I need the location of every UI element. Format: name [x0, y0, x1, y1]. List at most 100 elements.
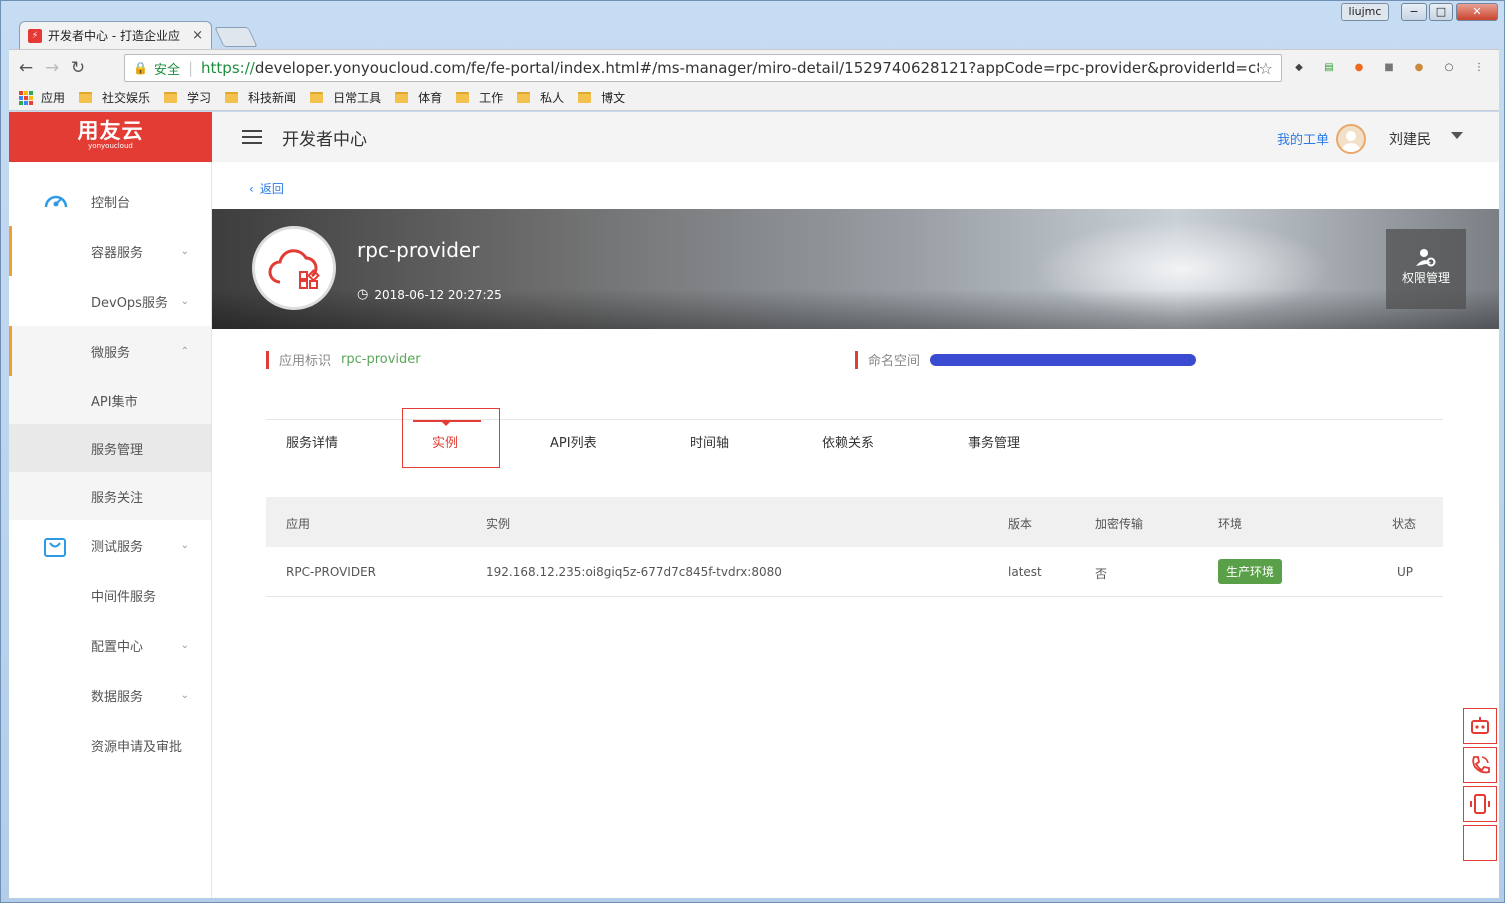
blank-float-button[interactable] [1463, 825, 1497, 861]
bookmark-folder[interactable]: 体育 [395, 89, 442, 106]
app-avatar [252, 226, 336, 310]
bookmark-label: 博文 [601, 91, 626, 105]
extension-icon[interactable]: ● [1409, 58, 1429, 78]
forward-arrow-icon[interactable]: → [39, 58, 65, 78]
bookmark-folder[interactable]: 社交娱乐 [79, 89, 150, 106]
new-tab-button[interactable] [214, 27, 258, 47]
cell-version: latest [1008, 565, 1042, 579]
bookmark-folder[interactable]: 工作 [456, 89, 503, 106]
brand-logo[interactable]: 用友云 yonyoucloud [9, 112, 212, 162]
column-header: 实例 [486, 517, 511, 531]
back-label: 返回 [259, 182, 284, 196]
profile-chip[interactable]: liujmc [1341, 3, 1389, 21]
tab-transactions[interactable]: 事务管理 [968, 432, 1020, 451]
extension-icon[interactable]: ◆ [1289, 58, 1309, 78]
folder-icon [310, 92, 324, 103]
sidebar-item-service-management[interactable]: 服务管理 [9, 424, 211, 472]
detail-tabs: 服务详情 实例 API列表 时间轴 依赖关系 事务管理 [266, 408, 1443, 468]
my-tickets-link[interactable]: 我的工单 [1277, 129, 1329, 148]
app-banner: rpc-provider ◷ 2018-06-12 20:27:25 权限管理 [212, 209, 1499, 329]
permission-management-button[interactable]: 权限管理 [1386, 229, 1466, 309]
sidebar-item-middleware[interactable]: 中间件服务 [9, 570, 211, 620]
user-name[interactable]: 刘建民 [1389, 129, 1431, 149]
avatar[interactable] [1336, 124, 1366, 154]
robot-chat-button[interactable] [1463, 708, 1497, 744]
hamburger-menu-icon[interactable] [242, 126, 262, 148]
bookmark-label: 日常工具 [333, 91, 382, 105]
sidebar-item-test[interactable]: 测试服务 ⌄ [9, 520, 211, 570]
column-header: 环境 [1218, 517, 1243, 531]
sidebar-item-resource-approval[interactable]: 资源申请及审批 [9, 720, 211, 770]
bookmark-label: 科技新闻 [248, 91, 297, 105]
extension-icon[interactable]: ■ [1379, 58, 1399, 78]
bookmark-folder[interactable]: 科技新闻 [225, 89, 296, 106]
bookmark-folder[interactable]: 博文 [578, 89, 625, 106]
logo-main-text: 用友云 [77, 119, 144, 143]
created-time-text: 2018-06-12 20:27:25 [374, 287, 502, 302]
mobile-button[interactable] [1463, 786, 1497, 822]
extensions: ◆ ▤ ● ■ ● ○ ⋮ [1289, 58, 1489, 78]
app-id-field: 应用标识 rpc-provider [266, 350, 421, 369]
folder-icon [456, 92, 470, 103]
mobile-icon [1470, 794, 1490, 814]
bookmark-label: 学习 [187, 91, 212, 105]
sidebar-item-api-market[interactable]: API集市 [9, 376, 211, 424]
sidebar-item-microservice[interactable]: 微服务 ⌃ [9, 326, 211, 376]
sidebar-item-container[interactable]: 容器服务 ⌄ [9, 226, 211, 276]
back-arrow-icon[interactable]: ← [13, 58, 39, 78]
tab-service-detail[interactable]: 服务详情 [286, 432, 338, 451]
back-link[interactable]: ‹ 返回 [249, 180, 284, 197]
accent-bar [266, 350, 269, 369]
chevron-down-icon: ⌄ [180, 245, 189, 257]
table-row[interactable]: RPC-PROVIDER 192.168.12.235:oi8giq5z-677… [266, 547, 1443, 597]
tab-title: 开发者中心 - 打造企业应 [48, 29, 180, 43]
bookmark-apps[interactable]: 应用 [19, 89, 65, 106]
close-window-button[interactable]: ✕ [1456, 3, 1498, 21]
folder-icon [225, 92, 239, 103]
phone-call-button[interactable] [1463, 747, 1497, 783]
browser-toolbar: ← → ↻ 🔒 安全 | https:// developer.yonyoucl… [9, 49, 1499, 85]
floating-actions [1463, 708, 1499, 864]
extension-icon[interactable]: ○ [1439, 58, 1459, 78]
namespace-label: 命名空间 [868, 354, 921, 369]
url-text: developer.yonyoucloud.com/fe/fe-portal/i… [254, 59, 1259, 77]
tab-dependencies[interactable]: 依赖关系 [822, 432, 874, 451]
app-id-value: rpc-provider [341, 352, 421, 367]
sidebar-item-devops[interactable]: DevOps服务 ⌄ [9, 276, 211, 326]
bookmark-label: 体育 [418, 91, 443, 105]
maximize-button[interactable]: □ [1429, 3, 1453, 21]
reload-icon[interactable]: ↻ [65, 58, 91, 78]
sidebar-item-config[interactable]: 配置中心 ⌄ [9, 620, 211, 670]
minimize-button[interactable]: − [1401, 3, 1427, 21]
sidebar-item-data[interactable]: 数据服务 ⌄ [9, 670, 211, 720]
bookmark-star-icon[interactable]: ☆ [1259, 59, 1273, 78]
browser-tab[interactable]: ⚡ 开发者中心 - 打造企业应 × [19, 21, 212, 49]
extension-icon[interactable]: ▤ [1319, 58, 1339, 78]
namespace-field: 命名空间 [855, 350, 1197, 369]
lock-icon: 🔒 [133, 61, 148, 75]
close-tab-icon[interactable]: × [192, 28, 203, 43]
sidebar-item-label: 测试服务 [91, 539, 144, 555]
bookmark-folder[interactable]: 私人 [517, 89, 564, 106]
bookmark-folder[interactable]: 学习 [164, 89, 211, 106]
chevron-down-icon: ⌄ [180, 295, 189, 307]
menu-kebab-icon[interactable]: ⋮ [1469, 58, 1489, 78]
extension-icon[interactable]: ● [1349, 58, 1369, 78]
tab-timeline[interactable]: 时间轴 [690, 432, 729, 451]
bookmark-label: 应用 [41, 91, 66, 105]
address-bar[interactable]: 🔒 安全 | https:// developer.yonyoucloud.co… [124, 54, 1282, 82]
bookmark-folder[interactable]: 日常工具 [310, 89, 381, 106]
table-header: 应用 实例 版本 加密传输 环境 状态 [266, 497, 1443, 547]
address-separator: | [187, 59, 194, 77]
tab-api-list[interactable]: API列表 [550, 432, 597, 451]
cell-instance: 192.168.12.235:oi8giq5z-677d7c845f-tvdrx… [486, 565, 782, 579]
folder-icon [578, 92, 592, 103]
sidebar-item-label: 资源申请及审批 [91, 739, 183, 755]
tab-instances[interactable]: 实例 [432, 432, 458, 451]
sidebar-item-service-follow[interactable]: 服务关注 [9, 472, 211, 520]
folder-icon [164, 92, 178, 103]
cell-app: RPC-PROVIDER [286, 565, 376, 579]
caret-down-icon[interactable] [1451, 132, 1463, 139]
sidebar-item-console[interactable]: 控制台 [9, 176, 211, 226]
permission-label: 权限管理 [1401, 271, 1450, 285]
